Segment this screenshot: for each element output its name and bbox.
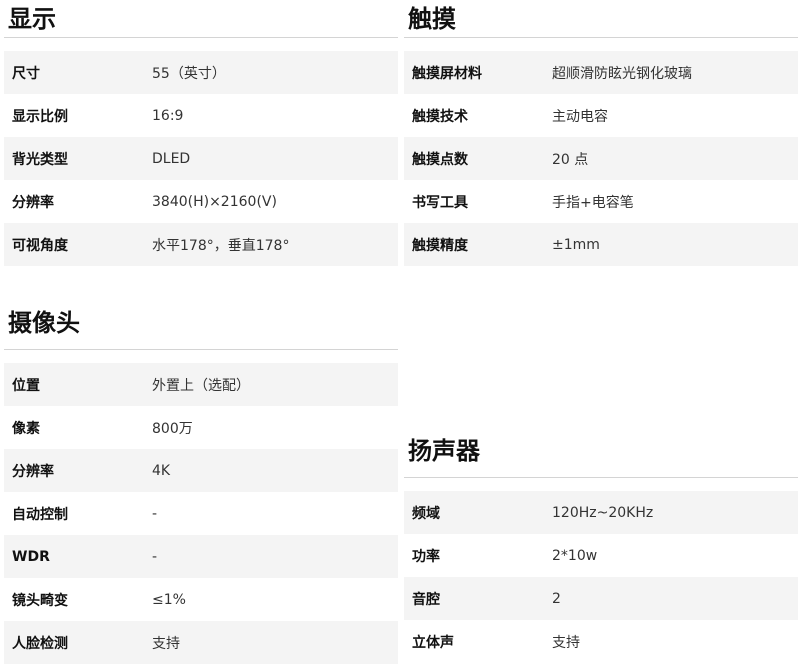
spec-value: 超顺滑防眩光钢化玻璃	[552, 65, 692, 82]
spec-key: 触摸点数	[412, 151, 468, 168]
spec-value: ≤1%	[152, 591, 186, 608]
spec-key: 频域	[412, 505, 440, 522]
spec-key: 书写工具	[412, 194, 468, 211]
spec-key: 背光类型	[12, 151, 68, 168]
spec-key: 触摸技术	[412, 108, 468, 125]
camera-section: 摄像头 位置 外置上（选配） 像素 800万 分辨率 4K 自动控制 - WDR - 镜头…	[4, 302, 398, 664]
spec-key: 音腔	[412, 591, 440, 608]
spec-key: 功率	[412, 548, 440, 565]
spec-key: 立体声	[412, 634, 454, 651]
spec-value: 3840(H)×2160(V)	[152, 193, 277, 210]
spec-row: 触摸技术 主动电容	[404, 94, 798, 137]
spec-row: 触摸精度 ±1mm	[404, 223, 798, 266]
spec-value: 2	[552, 590, 561, 607]
display-section: 显示 尺寸 55（英寸） 显示比例 16:9 背光类型 DLED 分辨率 3840(H)…	[4, 0, 398, 266]
touch-section: 触摸 触摸屏材料 超顺滑防眩光钢化玻璃 触摸技术 主动电容 触摸点数 20 点 书写工…	[404, 0, 798, 266]
spec-value: 16:9	[152, 107, 184, 124]
spec-key: 触摸精度	[412, 237, 468, 254]
spec-row: 分辨率 4K	[4, 449, 398, 492]
spec-value: 支持	[552, 634, 580, 651]
spec-value: -	[152, 548, 158, 565]
spec-row: 像素 800万	[4, 406, 398, 449]
spec-value: 4K	[152, 462, 171, 479]
spec-key: 显示比例	[12, 108, 68, 125]
spec-key: 分辨率	[12, 194, 54, 211]
spec-row: 书写工具 手指+电容笔	[404, 180, 798, 223]
spec-value: 主动电容	[552, 108, 608, 125]
spec-row: 镜头畸变 ≤1%	[4, 578, 398, 621]
spec-row: 位置 外置上（选配）	[4, 363, 398, 406]
spec-key: 镜头畸变	[12, 592, 68, 609]
camera-title: 摄像头	[4, 302, 398, 350]
speaker-title: 扬声器	[404, 430, 798, 478]
spec-row: 立体声 支持	[404, 620, 798, 663]
spec-row: 触摸屏材料 超顺滑防眩光钢化玻璃	[404, 51, 798, 94]
spec-row: WDR -	[4, 535, 398, 578]
spec-row: 背光类型 DLED	[4, 137, 398, 180]
spec-key: WDR	[12, 548, 50, 565]
spec-value: 120Hz~20KHz	[552, 504, 654, 521]
spec-row: 触摸点数 20 点	[404, 137, 798, 180]
spec-row: 频域 120Hz~20KHz	[404, 491, 798, 534]
spec-row: 人脸检测 支持	[4, 621, 398, 664]
spec-value: 20 点	[552, 151, 589, 168]
spec-row: 可视角度 水平178°，垂直178°	[4, 223, 398, 266]
spec-row: 功率 2*10w	[404, 534, 798, 577]
spec-row: 分辨率 3840(H)×2160(V)	[4, 180, 398, 223]
spec-value: 800万	[152, 420, 193, 437]
spec-value: 手指+电容笔	[552, 194, 634, 211]
spec-row: 音腔 2	[404, 577, 798, 620]
spec-value: ±1mm	[552, 236, 600, 253]
spec-key: 像素	[12, 420, 40, 437]
spec-row: 显示比例 16:9	[4, 94, 398, 137]
spec-key: 触摸屏材料	[412, 65, 482, 82]
spec-key: 分辨率	[12, 463, 54, 480]
spec-key: 可视角度	[12, 237, 68, 254]
spec-row: 自动控制 -	[4, 492, 398, 535]
spec-value: -	[152, 505, 158, 522]
spec-value: 外置上（选配）	[152, 377, 250, 394]
spec-key: 自动控制	[12, 506, 68, 523]
spec-key: 人脸检测	[12, 635, 68, 652]
spec-value: 水平178°，垂直178°	[152, 237, 290, 254]
display-title: 显示	[4, 0, 398, 38]
spec-value: 55（英寸）	[152, 65, 226, 82]
speaker-section: 扬声器 频域 120Hz~20KHz 功率 2*10w 音腔 2 立体声 支持	[404, 430, 798, 663]
spec-value: 2*10w	[552, 547, 598, 564]
spec-key: 尺寸	[12, 65, 40, 82]
spec-value: 支持	[152, 635, 180, 652]
touch-title: 触摸	[404, 0, 798, 38]
spec-key: 位置	[12, 377, 40, 394]
spec-row: 尺寸 55（英寸）	[4, 51, 398, 94]
spec-value: DLED	[152, 150, 191, 167]
